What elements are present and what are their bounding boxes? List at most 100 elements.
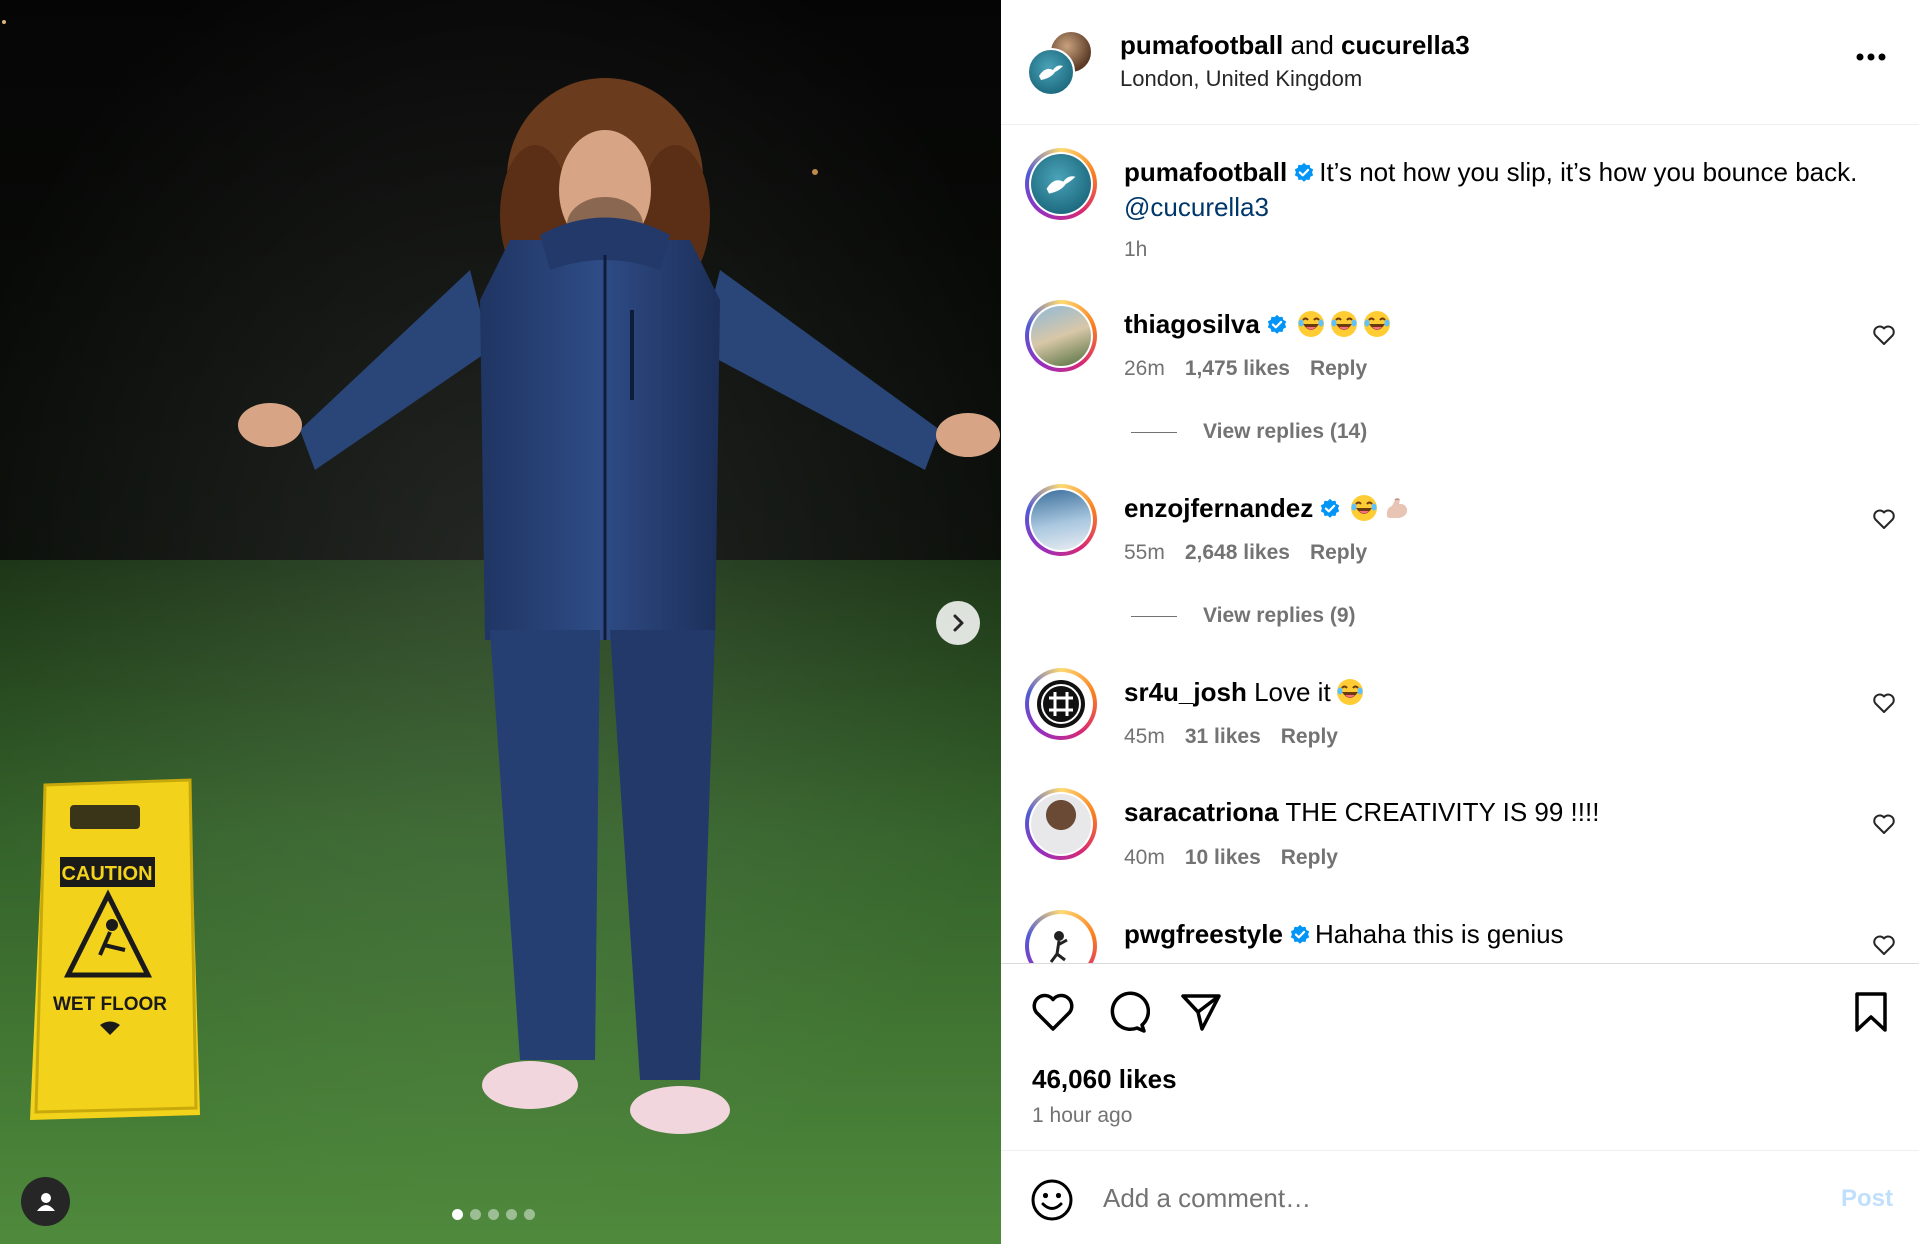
verified-badge-icon bbox=[1267, 314, 1286, 334]
comment-likes[interactable]: 31 likes bbox=[1185, 725, 1261, 748]
comment-text: thiagosilva bbox=[1124, 309, 1391, 340]
verified-badge-icon bbox=[1295, 162, 1314, 182]
comment-username[interactable]: sr4u_josh bbox=[1124, 677, 1247, 707]
author-username-link[interactable]: pumafootball bbox=[1120, 30, 1283, 60]
carousel-dot bbox=[470, 1209, 481, 1220]
caption-meta: 1h bbox=[1124, 238, 1167, 262]
like-comment-button[interactable] bbox=[1872, 323, 1896, 347]
heart-icon bbox=[1873, 325, 1895, 345]
caption-text: pumafootball It’s not how you slip, it’s … bbox=[1124, 157, 1857, 188]
more-options-button[interactable] bbox=[1851, 42, 1891, 72]
comment-text: enzojfernandez bbox=[1124, 493, 1411, 524]
comment-time[interactable]: 26m bbox=[1124, 357, 1165, 380]
heart-icon bbox=[1873, 814, 1895, 834]
post-actions: 46,060 likes 1 hour ago bbox=[1001, 964, 1919, 1151]
carousel-dot bbox=[524, 1209, 535, 1220]
post-comment-button[interactable]: Post bbox=[1841, 1185, 1893, 1213]
post-likes-count[interactable]: 46,060 likes bbox=[1032, 1064, 1177, 1095]
comment-avatar[interactable] bbox=[1025, 788, 1097, 860]
laughing-emoji-icon bbox=[1363, 311, 1390, 337]
comment-username[interactable]: saracatriona bbox=[1124, 797, 1279, 827]
smiley-icon bbox=[1031, 1179, 1073, 1221]
comment-text: saracatriona THE CREATIVITY IS 99 !!!! bbox=[1124, 797, 1599, 828]
carousel-dot bbox=[452, 1209, 463, 1220]
comment-likes[interactable]: 10 likes bbox=[1185, 846, 1261, 869]
comment-meta: 45m 31 likes Reply bbox=[1124, 725, 1358, 749]
tagged-users-button[interactable] bbox=[21, 1177, 70, 1226]
comments-list[interactable]: pumafootball It’s not how you slip, it’s … bbox=[1001, 125, 1919, 964]
comment-text: sr4u_josh Love it bbox=[1124, 677, 1364, 708]
comment-username[interactable]: enzojfernandez bbox=[1124, 493, 1313, 523]
comment-username[interactable]: thiagosilva bbox=[1124, 309, 1260, 339]
collaborator-username-link[interactable]: cucurella3 bbox=[1341, 30, 1470, 60]
comment-input[interactable] bbox=[1103, 1173, 1803, 1223]
carousel-indicator bbox=[452, 1209, 535, 1220]
save-button[interactable] bbox=[1848, 989, 1894, 1035]
add-comment-bar: Post bbox=[1001, 1151, 1919, 1244]
comment-meta: 26m 1,475 likes Reply bbox=[1124, 357, 1387, 381]
location-link[interactable]: London, United Kingdom bbox=[1120, 66, 1362, 92]
like-comment-button[interactable] bbox=[1872, 507, 1896, 531]
emoji-picker-button[interactable] bbox=[1030, 1178, 1074, 1222]
comment-avatar[interactable] bbox=[1025, 910, 1097, 963]
laughing-emoji-icon bbox=[1330, 311, 1357, 337]
caption-body: It’s not how you slip, it’s how you boun… bbox=[1319, 157, 1858, 187]
laughing-emoji-icon bbox=[1336, 679, 1363, 705]
caption-avatar[interactable] bbox=[1025, 148, 1097, 220]
view-replies-label: View replies (9) bbox=[1203, 604, 1356, 627]
comment-time[interactable]: 45m bbox=[1124, 725, 1165, 748]
caption-mention-link[interactable]: @cucurella3 bbox=[1124, 192, 1269, 222]
comment-body: THE CREATIVITY IS 99 !!!! bbox=[1285, 797, 1600, 827]
replies-divider bbox=[1131, 431, 1177, 433]
like-comment-button[interactable] bbox=[1872, 691, 1896, 715]
like-comment-button[interactable] bbox=[1872, 933, 1896, 957]
comment-avatar[interactable] bbox=[1025, 668, 1097, 740]
chevron-right-icon bbox=[953, 614, 964, 632]
header-connector: and bbox=[1283, 30, 1342, 60]
comment-body: Love it bbox=[1254, 677, 1331, 707]
caption-time[interactable]: 1h bbox=[1124, 238, 1147, 261]
comment-likes[interactable]: 2,648 likes bbox=[1185, 541, 1290, 564]
header-usernames: pumafootball and cucurella3 bbox=[1120, 30, 1470, 61]
bookmark-icon bbox=[1855, 992, 1887, 1032]
comment-time[interactable]: 40m bbox=[1124, 846, 1165, 869]
verified-badge-icon bbox=[1290, 924, 1310, 944]
comment-time[interactable]: 55m bbox=[1124, 541, 1165, 564]
post-timestamp[interactable]: 1 hour ago bbox=[1032, 1104, 1132, 1128]
instagram-post-view: CAUTION WET FLOOR pumafootball and cucur… bbox=[0, 0, 1919, 1244]
carousel-dot bbox=[488, 1209, 499, 1220]
reply-button[interactable]: Reply bbox=[1310, 357, 1367, 380]
paper-plane-icon bbox=[1181, 994, 1221, 1031]
comment-likes[interactable]: 1,475 likes bbox=[1185, 357, 1290, 380]
like-comment-button[interactable] bbox=[1872, 812, 1896, 836]
heart-icon bbox=[1873, 935, 1895, 955]
comment-text: pwgfreestyle Hahaha this is genius bbox=[1124, 919, 1564, 950]
share-button[interactable] bbox=[1178, 989, 1224, 1035]
comment-button[interactable] bbox=[1104, 989, 1151, 1035]
comment-username[interactable]: pwgfreestyle bbox=[1124, 919, 1283, 949]
heart-icon bbox=[1873, 509, 1895, 529]
person-icon bbox=[36, 1192, 55, 1211]
like-button[interactable] bbox=[1030, 989, 1076, 1035]
post-photo: CAUTION WET FLOOR bbox=[0, 0, 1001, 1244]
laughing-emoji-icon bbox=[1297, 311, 1324, 337]
view-replies-label: View replies (14) bbox=[1203, 420, 1368, 443]
view-replies-button[interactable]: View replies (9) bbox=[1131, 604, 1356, 628]
sign-wet-floor-text: WET FLOOR bbox=[53, 994, 167, 1015]
more-horizontal-icon bbox=[1856, 53, 1886, 61]
heart-icon bbox=[1873, 693, 1895, 713]
collab-avatars[interactable] bbox=[1027, 30, 1093, 96]
caption-mention-line: @cucurella3 bbox=[1124, 192, 1269, 223]
next-slide-button[interactable] bbox=[936, 601, 980, 645]
comment-avatar[interactable] bbox=[1025, 484, 1097, 556]
author-avatar bbox=[1027, 48, 1075, 96]
post-header: pumafootball and cucurella3 London, Unit… bbox=[1001, 0, 1919, 125]
reply-button[interactable]: Reply bbox=[1281, 846, 1338, 869]
reply-button[interactable]: Reply bbox=[1310, 541, 1367, 564]
reply-button[interactable]: Reply bbox=[1281, 725, 1338, 748]
comment-avatar[interactable] bbox=[1025, 300, 1097, 372]
comment-meta: 55m 2,648 likes Reply bbox=[1124, 541, 1387, 565]
caption-username[interactable]: pumafootball bbox=[1124, 157, 1287, 187]
flexed-biceps-emoji-icon bbox=[1387, 498, 1408, 518]
view-replies-button[interactable]: View replies (14) bbox=[1131, 420, 1367, 444]
